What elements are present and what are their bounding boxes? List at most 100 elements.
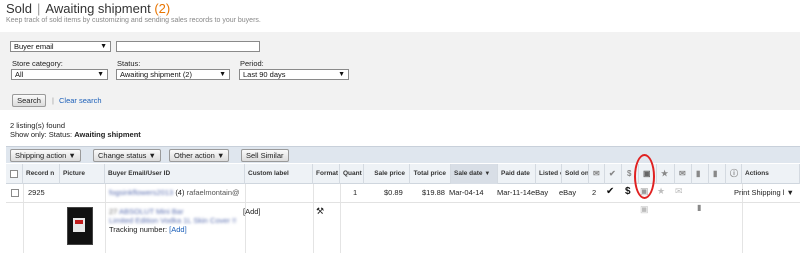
envelope-icon: ✉ (593, 169, 600, 178)
search-input[interactable] (116, 41, 260, 52)
info-icon: ⓘ (730, 169, 738, 178)
item-thumbnail[interactable] (67, 207, 93, 245)
item-title-link[interactable]: ABSOLUT Mini Bar (119, 207, 183, 216)
chevron-down-icon: ▼ (68, 151, 76, 160)
col-sale-date[interactable]: Sale date ▼ (451, 164, 498, 184)
status-label: Status: (117, 59, 141, 68)
col-record[interactable]: Record n (23, 164, 60, 184)
show-only-status-value: Awaiting shipment (74, 130, 141, 139)
chevron-down-icon: ▼ (786, 188, 794, 197)
action-label: Print Shipping l (734, 188, 785, 197)
col-quantity[interactable]: Quant (340, 164, 364, 184)
mail-icon: ✉ (679, 169, 686, 178)
col-paid-date[interactable]: Paid date (498, 164, 536, 184)
col-actions: Actions (742, 164, 800, 184)
clear-search-link[interactable]: Clear search (59, 96, 102, 105)
action-toolbar: Shipping action ▼ Change status ▼ Other … (6, 146, 800, 163)
col-sale-date-label: Sale date (454, 170, 483, 177)
col-messages[interactable]: ✉ (589, 164, 605, 184)
sale-price-value: $0.89 (384, 188, 403, 197)
mail-icon[interactable]: ✉ (675, 186, 683, 197)
package-icon: ▮ (696, 169, 701, 178)
shipping-action-label: Shipping action (15, 151, 67, 160)
col-sold-on[interactable]: Sold on (562, 164, 589, 184)
shipping-label-icon[interactable]: ▣ (640, 204, 649, 215)
item-details: 27 ABSOLUT Mini Bar Limited Edition Vodk… (109, 207, 236, 234)
col-sale-price[interactable]: Sale price (364, 164, 410, 184)
listings-found: 2 listing(s) found (10, 121, 66, 130)
col-total-price[interactable]: Total price (410, 164, 451, 184)
star-icon: ★ (661, 169, 669, 178)
results-summary: 2 listing(s) found Show only: Status: Aw… (10, 121, 141, 139)
thumbnail-label (75, 220, 83, 224)
sell-similar-button[interactable]: Sell Similar (241, 149, 289, 162)
table-header: Record n Picture Buyer Email/User ID Cus… (6, 164, 800, 184)
chevron-down-icon: ▼ (219, 71, 226, 78)
search-by-value: Buyer email (14, 42, 54, 51)
other-action-button[interactable]: Other action ▼ (169, 149, 230, 162)
col-info[interactable]: ⓘ (726, 164, 742, 184)
chevron-down-icon: ▼ (100, 43, 107, 50)
sale-date-value: Mar-04-14 (449, 188, 484, 197)
checkmark-icon: ✔ (609, 169, 616, 178)
store-category-label: Store category: (12, 59, 63, 68)
change-status-label: Change status (98, 151, 147, 160)
col-format[interactable]: Format (313, 164, 340, 184)
shipping-action-button[interactable]: Shipping action ▼ (10, 149, 81, 162)
page-subtitle: Keep track of sold items by customizing … (6, 17, 261, 24)
item-title-line2[interactable]: Limited Edition Vodka 1L Skin Cover !! (109, 216, 236, 225)
chevron-down-icon: ▼ (148, 151, 156, 160)
title-awaiting: Awaiting shipment (45, 1, 151, 16)
change-status-button[interactable]: Change status ▼ (93, 149, 161, 162)
divider (313, 184, 314, 253)
quantity-value: 1 (353, 188, 358, 197)
add-tracking-link[interactable]: [Add] (169, 225, 187, 234)
paid-checkmark-icon: ✔ (606, 186, 615, 197)
messages-count-link[interactable]: 2 (592, 188, 596, 197)
title-separator: | (37, 1, 41, 16)
col-lock[interactable]: ▮ (709, 164, 726, 184)
title-sold: Sold (6, 1, 33, 16)
col-picture[interactable]: Picture (60, 164, 105, 184)
search-by-select[interactable]: Buyer email ▼ (10, 41, 111, 52)
row-checkbox[interactable] (11, 189, 19, 197)
buyer-cell: fogsinkflowers2013 (4) rafaelmontain@ (109, 188, 240, 197)
add-custom-label-link[interactable]: [Add] (243, 207, 261, 216)
sold-on-value: eBay (559, 188, 577, 197)
col-tracking[interactable]: ▮ (692, 164, 709, 184)
divider (105, 184, 106, 253)
filter-panel: Buyer email ▼ Store category: All ▼ Status… (0, 32, 800, 110)
tracking-label: Tracking number: (109, 225, 168, 234)
select-all-checkbox[interactable] (10, 170, 18, 178)
divider (23, 184, 24, 253)
chevron-down-icon: ▼ (216, 151, 225, 160)
status-value: Awaiting shipment (2) (120, 70, 192, 79)
col-custom-label[interactable]: Custom label (245, 164, 313, 184)
buyer-id-link[interactable]: fogsinkflowers2013 (109, 188, 173, 197)
col-paid[interactable]: ✔ (605, 164, 622, 184)
col-feedback-sent[interactable]: ✉ (675, 164, 692, 184)
record-number-link[interactable]: 2925 (28, 188, 45, 197)
col-listed-on[interactable]: Listed o (536, 164, 562, 184)
divider (245, 184, 246, 253)
item-number: 27 (109, 207, 118, 216)
lock-icon[interactable]: ▮ (697, 203, 701, 212)
period-select[interactable]: Last 90 days ▼ (239, 69, 349, 80)
print-shipping-action[interactable]: Print Shipping l ▼ (734, 188, 794, 197)
store-category-select[interactable]: All ▼ (11, 69, 108, 80)
payment-dollar-icon: $ (625, 186, 631, 197)
status-select[interactable]: Awaiting shipment (2) ▼ (116, 69, 230, 80)
annotation-circle (634, 154, 655, 199)
header-select-cell (6, 164, 23, 184)
chevron-down-icon: ▼ (97, 71, 104, 78)
row-divider (6, 202, 800, 203)
col-buyer[interactable]: Buyer Email/User ID (105, 164, 245, 184)
show-only-label: Show only: (10, 130, 47, 139)
search-button[interactable]: Search (12, 94, 46, 107)
total-price-link[interactable]: $19.88 (422, 188, 445, 197)
sort-desc-icon: ▼ (484, 171, 491, 177)
dollar-icon: $ (627, 169, 632, 178)
star-icon[interactable]: ★ (657, 186, 665, 197)
col-feedback-received[interactable]: ★ (657, 164, 675, 184)
store-category-value: All (15, 70, 24, 79)
